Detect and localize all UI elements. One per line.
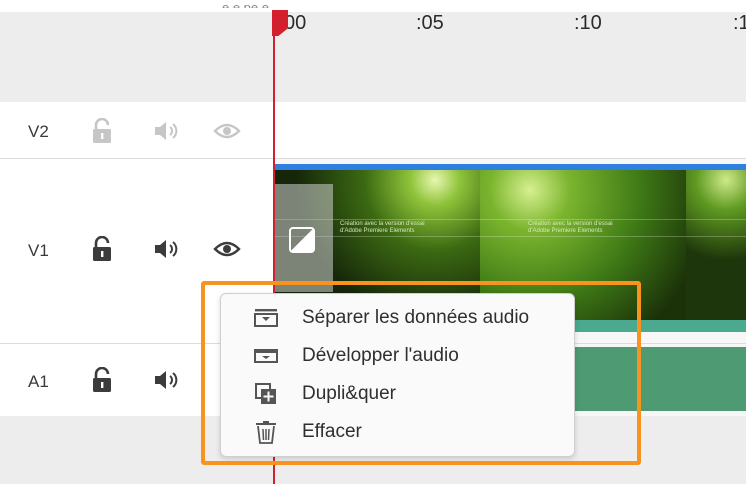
- highlight-frame: [201, 281, 641, 465]
- eye-icon[interactable]: [213, 121, 241, 141]
- thumbnail-caption: Création avec la version d'essai: [340, 221, 425, 227]
- caption-line: [480, 219, 686, 220]
- track-label-a1: A1: [28, 372, 49, 391]
- caption-line: [480, 236, 686, 237]
- thumbnail-caption: d'Adobe Premiere Elements: [528, 228, 603, 234]
- lock-open-icon[interactable]: [91, 367, 113, 393]
- clipped-top-text: e e pe e e: [222, 0, 269, 8]
- eye-icon[interactable]: [213, 239, 241, 259]
- lock-open-icon[interactable]: [91, 236, 113, 262]
- track-label-v2: V2: [28, 122, 49, 141]
- timeline-ruler[interactable]: [0, 0, 746, 102]
- caption-line: [686, 219, 746, 220]
- ruler-top-strip: [0, 0, 746, 12]
- transition-icon[interactable]: [289, 227, 315, 253]
- speaker-icon[interactable]: [153, 369, 181, 391]
- track-label-v1: V1: [28, 241, 49, 260]
- speaker-icon[interactable]: [153, 238, 181, 260]
- clip-thumbnail: [686, 170, 746, 320]
- ruler-tick-15: :1: [733, 12, 746, 34]
- lock-open-icon[interactable]: [91, 118, 113, 144]
- caption-line: [686, 236, 746, 237]
- speaker-icon[interactable]: [153, 120, 181, 142]
- thumbnail-caption: Création avec la version d'essai: [528, 221, 613, 227]
- thumbnail-caption: d'Adobe Premiere Elements: [340, 228, 415, 234]
- ruler-tick-05: :05: [416, 12, 444, 34]
- ruler-tick-10: :10: [574, 12, 602, 34]
